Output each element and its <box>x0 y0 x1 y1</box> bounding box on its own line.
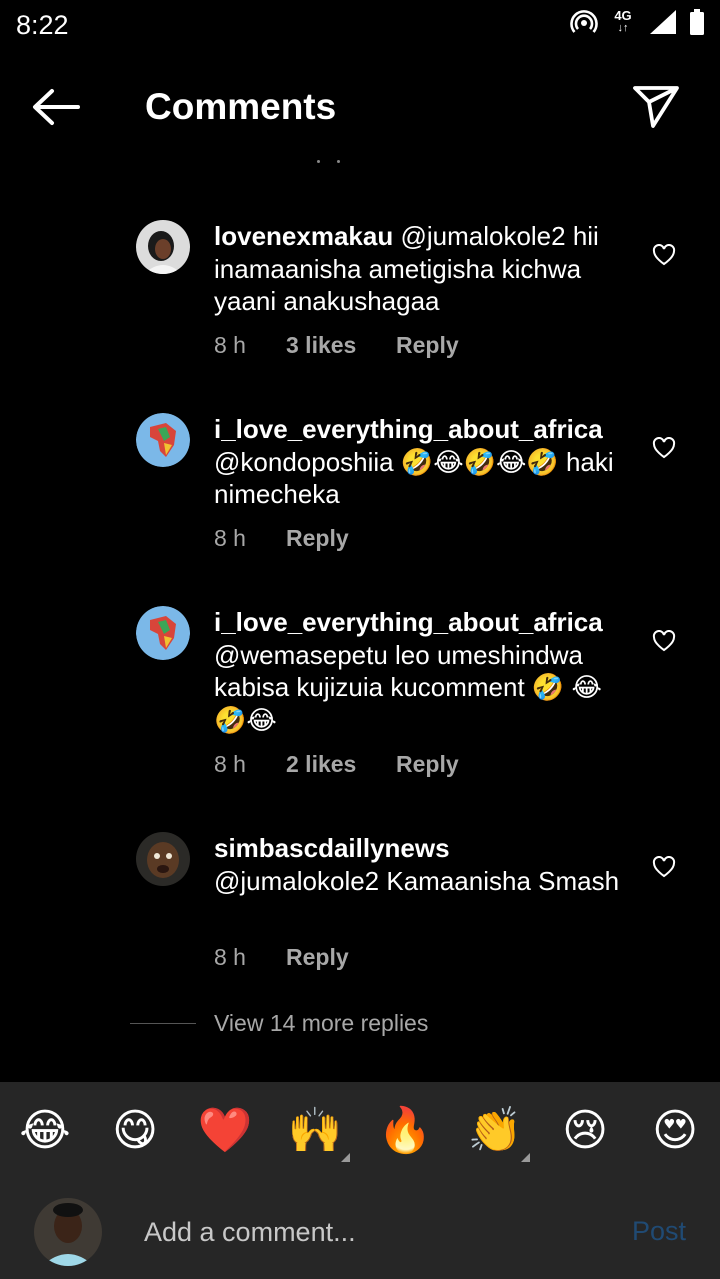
header: Comments <box>0 62 720 154</box>
avatar[interactable] <box>136 220 190 274</box>
reply-button[interactable]: Reply <box>396 332 459 359</box>
comment-meta: 8 h Reply <box>214 944 349 971</box>
emoji-heart[interactable]: ❤️ <box>196 1104 254 1158</box>
skin-tone-indicator <box>341 1153 350 1162</box>
emoji-crying[interactable]: 😢 <box>556 1104 614 1158</box>
avatar[interactable] <box>136 606 190 660</box>
status-icons: 4G ↓↑ <box>570 8 704 36</box>
comment-meta: 8 h Reply <box>214 525 349 552</box>
signal-icon <box>650 10 676 34</box>
comment-body: lovenexmakau @jumalokole2 hii inamaanish… <box>214 220 624 318</box>
comment-username[interactable]: simbascdaillynews <box>214 833 450 863</box>
reply-button[interactable]: Reply <box>286 944 349 971</box>
comment-body: simbascdaillynews @jumalokole2 Kamaanish… <box>214 832 624 897</box>
divider-line <box>130 1023 196 1024</box>
emoji-heart-eyes[interactable]: 😍 <box>646 1104 704 1158</box>
comment-time: 8 h <box>214 944 246 970</box>
comment-time: 8 h <box>214 332 246 358</box>
view-more-replies-label: View 14 more replies <box>214 1010 429 1036</box>
heart-icon[interactable] <box>652 630 676 652</box>
comment-text: @jumalokole2 Kamaanisha Smash <box>214 865 620 896</box>
status-time: 8:22 <box>16 10 69 40</box>
comment-username[interactable]: i_love_everything_about_africa <box>214 607 603 637</box>
thread-trail <box>317 160 341 163</box>
status-bar: 8:22 4G ↓↑ <box>0 0 720 52</box>
back-arrow-icon[interactable] <box>30 86 82 128</box>
emoji-fire[interactable]: 🔥 <box>376 1104 434 1158</box>
page-title: Comments <box>145 86 337 127</box>
comment-time: 8 h <box>214 525 246 551</box>
share-paper-plane-icon[interactable] <box>632 84 680 130</box>
reply-button[interactable]: Reply <box>286 525 349 552</box>
comment-text: @wemasepetu leo umeshindwa kabisa kujizu… <box>214 639 602 735</box>
comment-body: i_love_everything_about_africa @kondopos… <box>214 413 624 511</box>
comment-username[interactable]: lovenexmakau <box>214 221 393 251</box>
reply-button[interactable]: Reply <box>396 751 459 778</box>
comment-time: 8 h <box>214 751 246 777</box>
emoji-yum[interactable]: 😋 <box>106 1104 164 1158</box>
post-button[interactable]: Post <box>632 1216 686 1247</box>
comment-composer: 😂 😋 ❤️ 🙌 🔥 👏 😢 😍 Post <box>0 1082 720 1279</box>
avatar[interactable] <box>136 832 190 886</box>
heart-icon[interactable] <box>652 244 676 266</box>
emoji-quick-bar: 😂 😋 ❤️ 🙌 🔥 👏 😢 😍 <box>0 1104 720 1162</box>
emoji-raised-hands[interactable]: 🙌 <box>286 1104 350 1162</box>
skin-tone-indicator <box>521 1153 530 1162</box>
view-more-replies[interactable]: View 14 more replies <box>130 1010 428 1037</box>
battery-icon <box>690 9 704 35</box>
comment-likes[interactable]: 3 likes <box>286 332 396 359</box>
network-type-label: 4G ↓↑ <box>614 8 632 34</box>
user-avatar <box>34 1198 102 1266</box>
heart-icon[interactable] <box>652 856 676 878</box>
comment-text: @kondoposhiia 🤣😂🤣😂🤣 haki nimecheka <box>214 446 614 510</box>
comment-likes[interactable]: 2 likes <box>286 751 396 778</box>
hotspot-icon <box>570 10 598 33</box>
heart-icon[interactable] <box>652 437 676 459</box>
comment-username[interactable]: i_love_everything_about_africa <box>214 414 603 444</box>
comment-meta: 8 h 2 likes Reply <box>214 751 459 778</box>
emoji-clapping[interactable]: 👏 <box>466 1104 530 1162</box>
comment-body: i_love_everything_about_africa @wemasepe… <box>214 606 624 736</box>
emoji-tears-of-joy[interactable]: 😂 <box>16 1104 74 1158</box>
comment-meta: 8 h 3 likes Reply <box>214 332 459 359</box>
avatar[interactable] <box>136 413 190 467</box>
comment-input[interactable] <box>144 1210 604 1254</box>
